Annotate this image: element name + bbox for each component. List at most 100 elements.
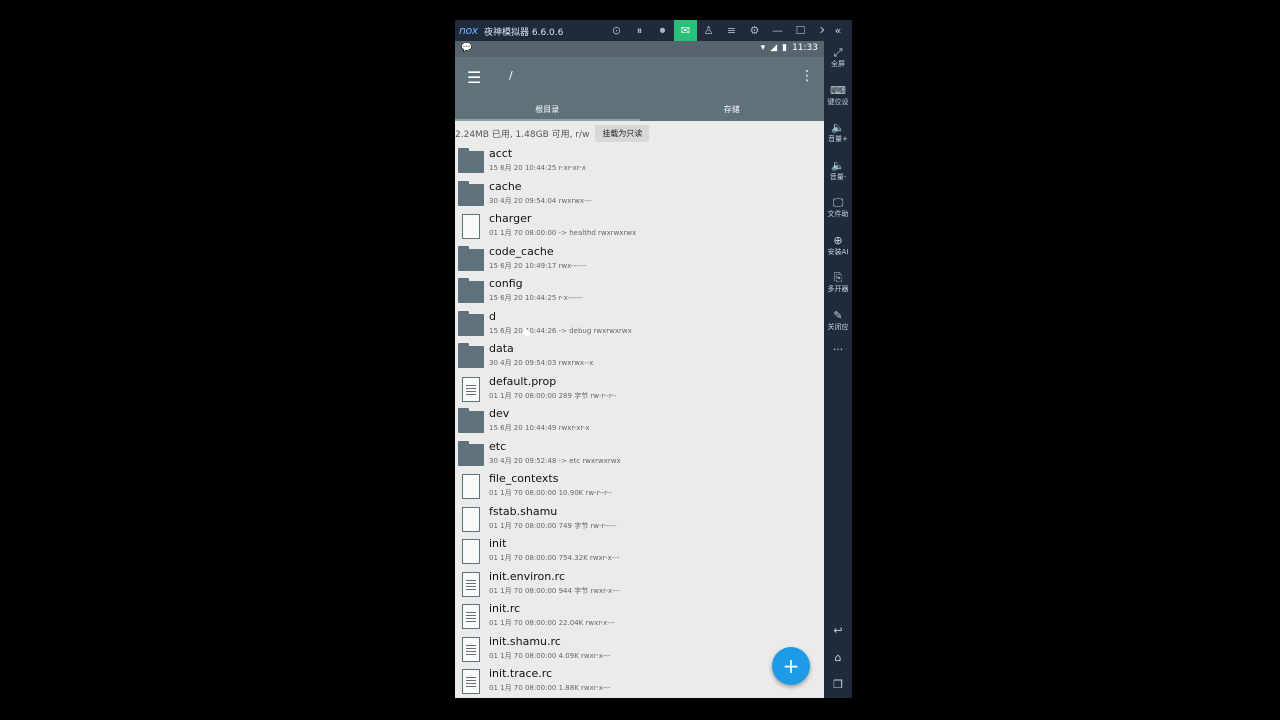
volume-down-icon: 🔈 <box>831 158 845 172</box>
menu-icon[interactable]: ≡ <box>720 20 743 41</box>
file-row[interactable]: init.trace.rc 01 1月 70 08:00:00 1.88K rwx… <box>455 665 824 698</box>
emulator-window: nox 夜神模拟器 6.6.0.6 ⊙ ⏸ ⏺ ✉ ♙ ≡ ⚙ — ☐ ✕ « … <box>455 20 852 698</box>
file-name: charger <box>489 212 532 225</box>
storage-info-bar: 2.24MB 已用, 1.48GB 可用, r/w 挂载为只读 <box>455 121 824 145</box>
status-time: 11:33 <box>792 43 818 53</box>
sidebar-item[interactable]: 🔈 音量- <box>824 159 852 182</box>
file-name: init.environ.rc <box>489 569 566 583</box>
file-name: init.shamu.rc <box>489 634 561 648</box>
mount-readonly-button[interactable]: 挂载为只读 <box>595 124 650 142</box>
text-file-icon <box>458 571 484 598</box>
collapse-sidebar-icon[interactable]: « <box>824 20 852 41</box>
file-row[interactable]: code_cache 15 6月 20 10:49:17 rwx------ <box>455 243 824 276</box>
back-icon[interactable]: ↩ <box>824 624 852 637</box>
app-toolbar: ☰ / ⋮ <box>455 57 824 100</box>
install-apk-icon: ⊕ <box>833 233 843 247</box>
home-icon[interactable]: ⌂ <box>824 651 852 664</box>
file-name: cache <box>489 179 522 193</box>
file-row[interactable]: cache 30 4月 20 09:54:04 rwxrwx--- <box>455 178 824 211</box>
file-meta: 01 1月 70 08:00:00 1.88K rwxr-x--- <box>489 684 611 692</box>
more-icon[interactable]: ··· <box>824 343 852 356</box>
file-name: fstab.shamu <box>489 504 558 518</box>
file-meta: 01 1月 70 08:00:00 289 字节 rw-r--r-- <box>489 391 617 400</box>
sidebar-item[interactable]: ⤢ 全屏 <box>824 46 852 69</box>
folder-icon <box>458 180 484 208</box>
file-row[interactable]: init.shamu.rc 01 1月 70 08:00:00 4.09K rwx… <box>455 633 824 666</box>
file-row[interactable]: dev 15 6月 20 10:44:49 rwxr-xr-x <box>455 405 824 438</box>
overflow-menu-icon[interactable]: ⋮ <box>800 68 814 84</box>
current-path: / <box>509 69 513 82</box>
file-meta: 01 1月 70 08:00:00 22.04K rwxr-x--- <box>489 619 615 627</box>
file-name: init <box>489 537 507 550</box>
file-row[interactable]: charger 01 1月 70 08:00:00 -> healthd rwxr… <box>455 210 824 243</box>
file-name: file_contexts <box>489 472 559 485</box>
recents-icon[interactable]: ❐ <box>824 678 852 691</box>
file-icon <box>458 474 484 500</box>
wifi-icon: ▾ <box>760 43 766 53</box>
message-icon[interactable]: ✉ <box>674 20 697 41</box>
file-meta: 30 4月 20 09:54:04 rwxrwx--- <box>489 196 592 205</box>
sidebar-item[interactable]: ⎘ 多开器 <box>824 271 852 294</box>
file-name: acct <box>489 147 513 160</box>
folder-icon <box>458 408 484 435</box>
storage-usage-text: 2.24MB 已用, 1.48GB 可用, r/w <box>455 129 590 140</box>
file-meta: 01 1月 70 08:00:00 749 字节 rw-r----- <box>489 521 617 530</box>
sidebar-item-label: 安装AI <box>827 247 849 256</box>
signal-icon: ◢ <box>770 43 778 53</box>
emulator-titlebar: nox 夜神模拟器 6.6.0.6 ⊙ ⏸ ⏺ ✉ ♙ ≡ ⚙ — ☐ ✕ <box>455 20 852 41</box>
sidebar-item-label: 音量+ <box>828 135 848 143</box>
file-name: etc <box>489 439 507 453</box>
tab-bar: 根目录 存储 <box>455 100 824 121</box>
file-icon <box>458 214 484 240</box>
add-fab-button[interactable]: + <box>772 647 810 685</box>
emulator-sidebar: ⤢ 全屏 ⌨ 键位设 🔈 音量+ 🔈 音量- 🖵 文件助 ⊕ 安装AI ⎘ 多开器 ✎ 关闭应 ··· ↩ ⌂ ❐ <box>824 41 852 698</box>
tab-storage[interactable]: 存储 <box>640 100 825 121</box>
folder-icon <box>458 278 484 305</box>
pause-icon[interactable]: ⏸ <box>628 20 651 41</box>
nox-logo: nox <box>459 24 478 37</box>
sidebar-item[interactable]: 🔈 音量+ <box>824 121 852 144</box>
android-screen: 💬 ▾ ◢ ▮ 11:33 ☰ / ⋮ 根目录 存储 2.24MB 已用, 1.… <box>455 41 824 698</box>
sidebar-item[interactable]: ⌨ 键位设 <box>824 84 852 107</box>
folder-icon <box>458 148 484 175</box>
sidebar-item[interactable]: 🖵 文件助 <box>824 196 852 219</box>
file-row[interactable]: acct 15 6月 20 10:44:25 r-xr-xr-x <box>455 145 824 178</box>
status-bar: 💬 ▾ ◢ ▮ 11:33 <box>455 41 824 57</box>
file-name: init.rc <box>489 602 521 615</box>
file-name: code_cache <box>489 244 554 258</box>
file-meta: 15 6月 20 10:44:49 rwxr-xr-x <box>489 424 590 432</box>
record-icon[interactable]: ⏺ <box>651 20 674 41</box>
tab-root[interactable]: 根目录 <box>455 100 640 121</box>
sidebar-item-label: 关闭应 <box>827 322 849 331</box>
shirt-icon[interactable]: ♙ <box>697 20 720 41</box>
file-meta: 01 1月 70 08:00:00 754.32K rwxr-x--- <box>489 554 620 562</box>
file-name: config <box>489 277 523 290</box>
file-meta: 15 6月 20 10:44:25 r-xr-xr-x <box>489 164 586 172</box>
folder-icon <box>458 440 484 468</box>
file-row[interactable]: init.rc 01 1月 70 08:00:00 22.04K rwxr-x--… <box>455 600 824 633</box>
file-row[interactable]: etc 30 4月 20 09:52:48 -> etc rwxrwxrwx <box>455 438 824 471</box>
sidebar-item[interactable]: ✎ 关闭应 <box>824 309 852 332</box>
sidebar-item[interactable]: ⊕ 安装AI <box>824 234 852 257</box>
file-row[interactable]: file_contexts 01 1月 70 08:00:00 10.90K rw… <box>455 470 824 503</box>
stop-icon[interactable]: ⊙ <box>605 20 628 41</box>
file-row[interactable]: config 15 6月 20 10:44:25 r-x------ <box>455 275 824 308</box>
file-meta: 01 1月 70 08:00:00 10.90K rw-r--r-- <box>489 489 612 497</box>
file-meta: 15 6月 20 10:44:26 -> debug rwxrwxrwx <box>489 326 632 335</box>
titlebar-toolbar: ⊙ ⏸ ⏺ ✉ ♙ ≡ ⚙ — ☐ ✕ <box>605 20 835 41</box>
text-file-icon <box>458 669 484 695</box>
file-meta: 01 1月 70 08:00:00 -> healthd rwxrwxrwx <box>489 229 637 237</box>
file-row[interactable]: fstab.shamu 01 1月 70 08:00:00 749 字节 rw-r… <box>455 503 824 536</box>
file-meta: 01 1月 70 08:00:00 944 字节 rwxr-x--- <box>489 586 620 595</box>
file-row[interactable]: default.prop 01 1月 70 08:00:00 289 字节 rw-… <box>455 373 824 406</box>
minimize-icon[interactable]: — <box>766 20 789 41</box>
gear-icon[interactable]: ⚙ <box>743 20 766 41</box>
sidebar-item-label: 文件助 <box>827 210 849 218</box>
file-row[interactable]: init.environ.rc 01 1月 70 08:00:00 944 字节 … <box>455 568 824 601</box>
hamburger-menu-icon[interactable]: ☰ <box>467 68 481 87</box>
file-row[interactable]: data 30 4月 20 09:54:03 rwxrwx--x <box>455 340 824 373</box>
file-row[interactable]: init 01 1月 70 08:00:00 754.32K rwxr-x--- <box>455 535 824 568</box>
maximize-icon[interactable]: ☐ <box>789 20 812 41</box>
file-row[interactable]: d 15 6月 20 10:44:26 -> debug rwxrwxrwx <box>455 308 824 341</box>
close-app-icon: ✎ <box>833 308 843 322</box>
